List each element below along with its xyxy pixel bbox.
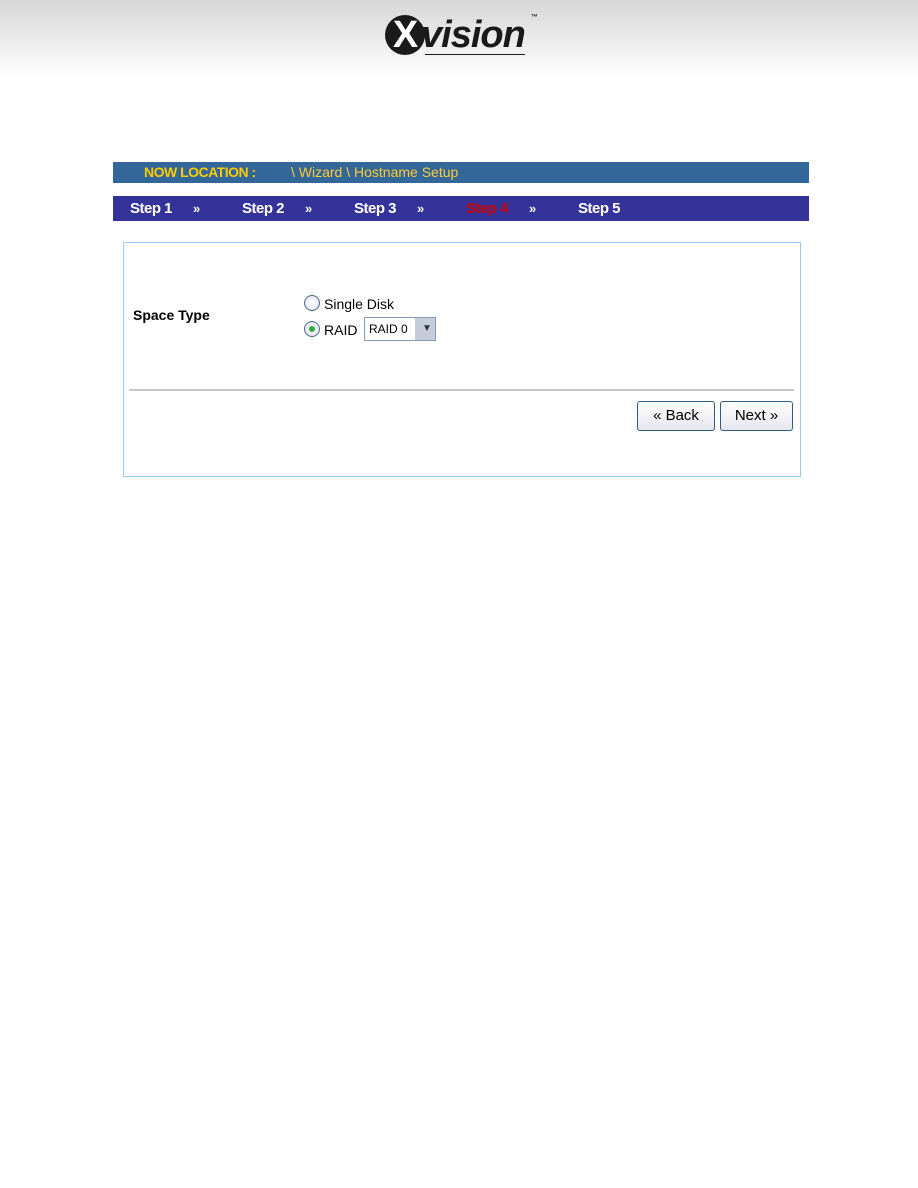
- raid-label[interactable]: RAID: [324, 322, 357, 338]
- single-disk-label[interactable]: Single Disk: [324, 296, 394, 312]
- step-5: Step 5: [578, 200, 621, 217]
- location-bar: NOW LOCATION : \ Wizard \ Hostname Setup: [113, 162, 809, 183]
- single-disk-radio[interactable]: [304, 295, 320, 311]
- divider: [129, 389, 794, 391]
- raid-level-value: RAID 0: [369, 322, 408, 336]
- step-1: Step 1: [130, 200, 173, 217]
- step-arrow: »: [193, 201, 201, 216]
- page-header: Xvision ™: [0, 0, 918, 80]
- chevron-down-icon[interactable]: ▼: [415, 318, 435, 340]
- back-button[interactable]: « Back: [637, 401, 715, 431]
- next-button[interactable]: Next »: [720, 401, 793, 431]
- step-arrow: »: [529, 201, 537, 216]
- location-path: \ Wizard \ Hostname Setup: [291, 164, 459, 180]
- step-arrow: »: [305, 201, 313, 216]
- space-type-panel: Space Type Single Disk RAID RAID 0 ▼ « B…: [123, 242, 801, 477]
- space-type-label: Space Type: [133, 307, 210, 323]
- raid-level-select[interactable]: RAID 0 ▼: [364, 317, 436, 341]
- step-4-current: Step 4: [466, 200, 509, 217]
- step-arrow: »: [417, 201, 425, 216]
- step-2: Step 2: [242, 200, 285, 217]
- wizard-steps: Step 1 » Step 2 » Step 3 » Step 4 » Step…: [113, 196, 809, 221]
- location-label: NOW LOCATION :: [144, 164, 256, 180]
- raid-radio[interactable]: [304, 321, 320, 337]
- step-3: Step 3: [354, 200, 397, 217]
- xvision-logo: Xvision ™: [385, 14, 538, 57]
